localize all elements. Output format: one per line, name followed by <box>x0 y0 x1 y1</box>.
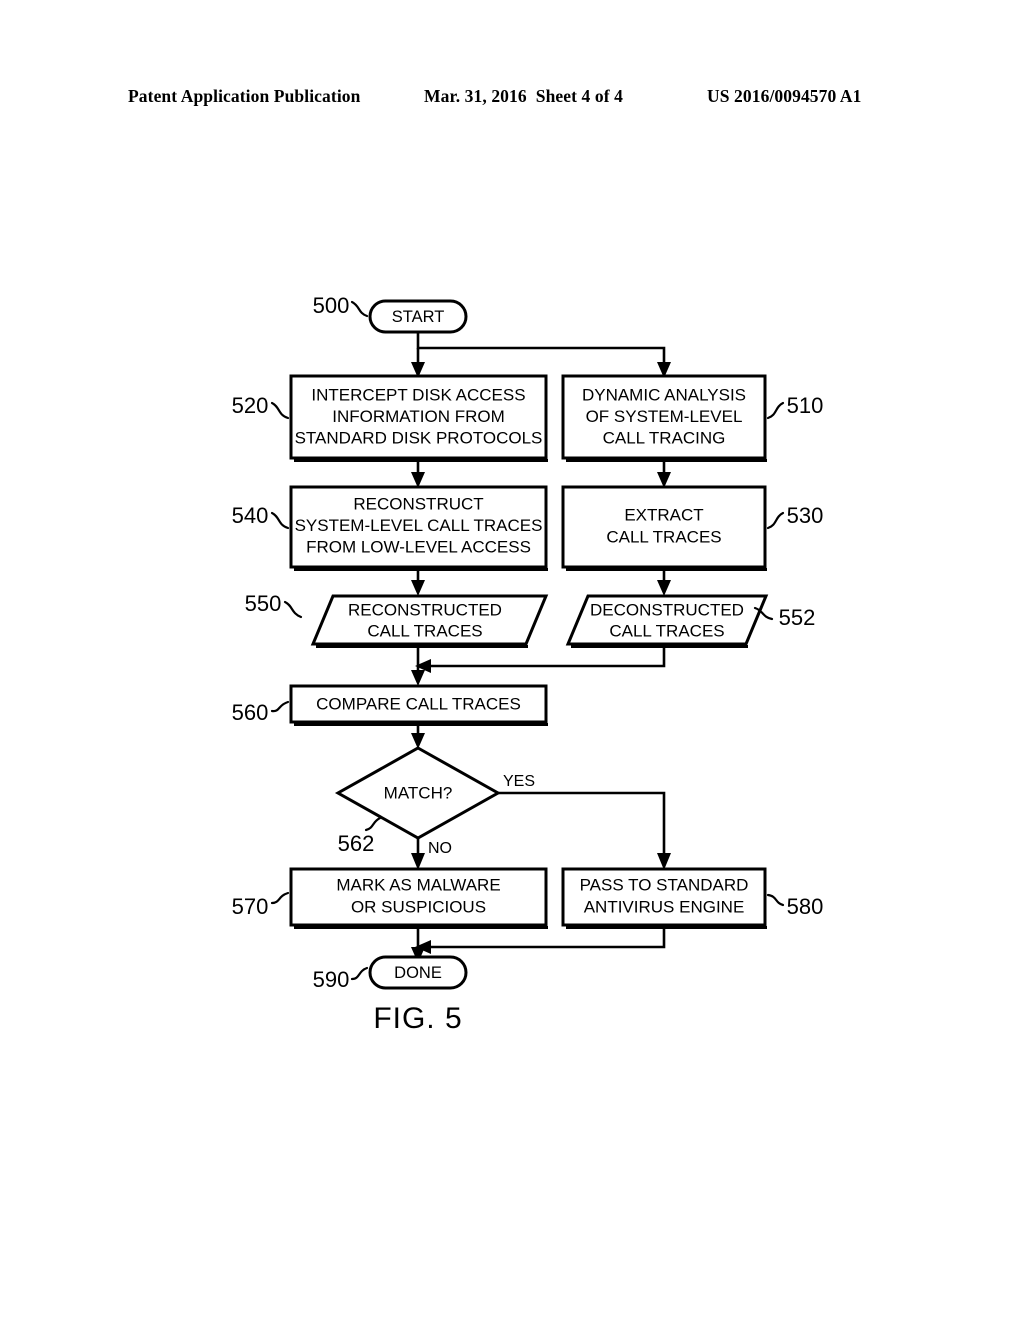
node-done: DONE <box>368 955 468 990</box>
node-start: START <box>368 299 468 334</box>
ref-510-label: 510 <box>787 393 824 418</box>
ref-580: 580 <box>766 893 824 919</box>
ref-550: 550 <box>245 591 303 619</box>
ref-562: 562 <box>338 816 382 856</box>
ref-520: 520 <box>232 393 290 420</box>
node-520: INTERCEPT DISK ACCESS INFORMATION FROM S… <box>289 374 548 462</box>
ref-500-leader <box>350 300 369 318</box>
ref-590: 590 <box>313 966 369 992</box>
node-520-line3: STANDARD DISK PROTOCOLS <box>295 428 543 447</box>
arrowhead-to-552 <box>657 580 671 596</box>
ref-540-leader <box>270 511 290 530</box>
ref-580-label: 580 <box>787 894 824 919</box>
node-552: DECONSTRUCTED CALL TRACES <box>565 594 769 648</box>
ref-500-label: 500 <box>313 293 350 318</box>
node-552-line2: CALL TRACES <box>609 621 724 640</box>
ref-530-leader <box>766 511 785 530</box>
node-560-line1: COMPARE CALL TRACES <box>316 694 521 713</box>
arrowhead-to-560 <box>411 670 425 686</box>
node-552-line1: DECONSTRUCTED <box>590 600 744 619</box>
node-580-line2: ANTIVIRUS ENGINE <box>584 897 745 916</box>
connector-start-split <box>416 331 666 369</box>
node-540-line1: RECONSTRUCT <box>353 494 483 513</box>
node-560: COMPARE CALL TRACES <box>289 684 548 726</box>
ref-570-leader <box>270 891 290 905</box>
start-label: START <box>392 308 445 326</box>
ref-580-leader <box>766 893 785 907</box>
ref-500: 500 <box>313 293 369 318</box>
node-570-line2: OR SUSPICIOUS <box>351 897 486 916</box>
ref-560-leader <box>270 700 290 713</box>
ref-520-leader <box>270 401 290 420</box>
node-530: EXTRACT CALL TRACES <box>561 485 767 571</box>
figure-5: START 500 INTERCEPT DISK ACCESS INFORMAT… <box>0 0 1024 1320</box>
ref-550-leader <box>283 600 303 619</box>
node-570-line1: MARK AS MALWARE <box>336 875 500 894</box>
node-520-line1: INTERCEPT DISK ACCESS <box>311 385 525 404</box>
connector-580-merge <box>425 926 666 949</box>
node-570: MARK AS MALWARE OR SUSPICIOUS <box>289 867 548 929</box>
node-510-line2: OF SYSTEM-LEVEL <box>586 407 743 426</box>
ref-560: 560 <box>232 700 290 725</box>
ref-510: 510 <box>766 393 824 420</box>
node-550-line1: RECONSTRUCTED <box>348 600 502 619</box>
ref-562-label: 562 <box>338 831 375 856</box>
patent-page: Patent Application Publication Mar. 31, … <box>0 0 1024 1320</box>
ref-550-label: 550 <box>245 591 282 616</box>
node-580-line1: PASS TO STANDARD <box>580 875 749 894</box>
node-550-line2: CALL TRACES <box>367 621 482 640</box>
ref-540: 540 <box>232 503 290 530</box>
ref-552: 552 <box>753 605 816 630</box>
node-540-line2: SYSTEM-LEVEL CALL TRACES <box>295 516 543 535</box>
ref-560-label: 560 <box>232 700 269 725</box>
node-530-line1: EXTRACT <box>624 505 703 524</box>
node-562-label: MATCH? <box>384 783 453 802</box>
ref-530: 530 <box>766 503 824 530</box>
ref-530-label: 530 <box>787 503 824 528</box>
branch-label-no: NO <box>428 840 452 857</box>
node-562: MATCH? <box>334 746 502 840</box>
node-550: RECONSTRUCTED CALL TRACES <box>310 594 549 648</box>
connector-yes-580 <box>498 791 666 859</box>
ref-520-label: 520 <box>232 393 269 418</box>
done-label: DONE <box>394 964 442 982</box>
node-580: PASS TO STANDARD ANTIVIRUS ENGINE <box>561 867 767 929</box>
ref-570-label: 570 <box>232 894 269 919</box>
connector-552-merge <box>425 645 666 668</box>
arrowhead-to-550 <box>411 580 425 596</box>
ref-540-label: 540 <box>232 503 269 528</box>
node-510-line3: CALL TRACING <box>603 428 726 447</box>
ref-552-label: 552 <box>779 605 816 630</box>
node-520-line2: INFORMATION FROM <box>332 407 505 426</box>
arrowhead-to-570 <box>411 853 425 870</box>
ref-570: 570 <box>232 891 290 919</box>
node-530-line2: CALL TRACES <box>606 527 721 546</box>
ref-590-label: 590 <box>313 967 350 992</box>
arrowhead-to-580 <box>657 853 671 870</box>
ref-510-leader <box>766 401 785 420</box>
branch-label-yes: YES <box>503 773 535 790</box>
ref-590-leader <box>350 966 369 981</box>
node-540-line3: FROM LOW-LEVEL ACCESS <box>306 537 531 556</box>
node-510-line1: DYNAMIC ANALYSIS <box>582 385 746 404</box>
figure-caption: FIG. 5 <box>373 1002 462 1035</box>
flowchart-svg: START 500 INTERCEPT DISK ACCESS INFORMAT… <box>232 293 824 1035</box>
node-510: DYNAMIC ANALYSIS OF SYSTEM-LEVEL CALL TR… <box>561 374 767 462</box>
ref-562-leader <box>364 816 382 832</box>
node-540: RECONSTRUCT SYSTEM-LEVEL CALL TRACES FRO… <box>289 485 548 571</box>
